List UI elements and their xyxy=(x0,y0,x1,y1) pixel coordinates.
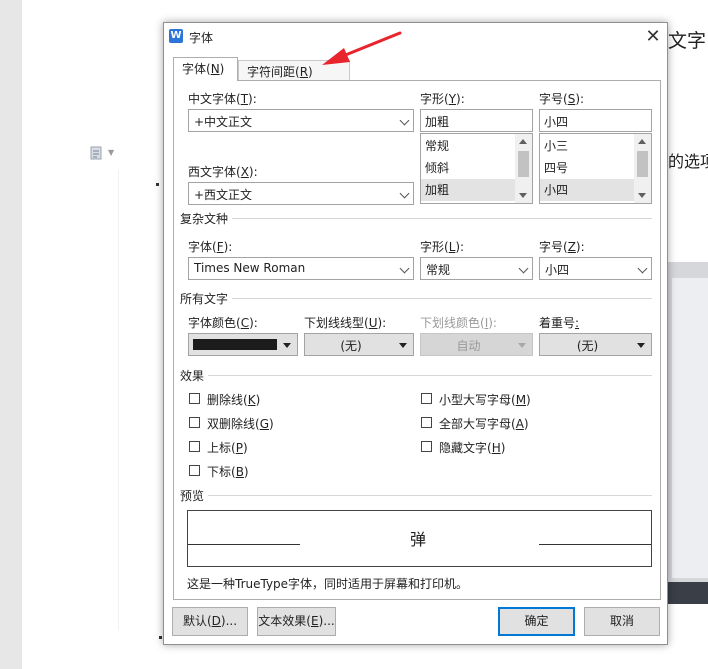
bullet-dot xyxy=(156,183,159,186)
paste-options-icon[interactable] xyxy=(90,146,102,160)
complex-style-label: 字形(L): xyxy=(420,240,465,254)
list-item[interactable]: 常规 xyxy=(421,135,517,157)
text-effects-button[interactable]: 文本效果(E)... xyxy=(257,607,336,636)
underline-style-select[interactable]: (无) xyxy=(304,333,414,356)
chevron-down-icon xyxy=(399,115,410,126)
underline-color-label: 下划线颜色(I): xyxy=(420,316,497,330)
scroll-up-icon[interactable] xyxy=(519,139,527,144)
emphasis-mark-label: 着重号: xyxy=(539,316,580,330)
preview-heading: 预览 xyxy=(180,487,209,504)
divider xyxy=(188,218,652,219)
divider xyxy=(188,298,652,299)
font-color-label: 字体颜色(C): xyxy=(188,316,258,330)
chevron-down-icon xyxy=(399,188,410,199)
list-item-selected[interactable]: 加粗 xyxy=(421,179,517,201)
document-image xyxy=(668,262,708,604)
bullet-dot xyxy=(159,636,162,639)
document-text-line: 的选项 xyxy=(668,152,708,171)
dropdown-triangle-icon xyxy=(518,343,526,348)
preview-box: 弹 xyxy=(187,510,652,567)
document-margin xyxy=(0,0,22,669)
scroll-thumb[interactable] xyxy=(518,151,529,177)
emphasis-mark-select[interactable]: (无) xyxy=(539,333,652,356)
complex-size-select[interactable]: 小四 xyxy=(539,257,652,280)
font-type-note: 这是一种TrueType字体，同时适用于屏幕和打印机。 xyxy=(187,577,469,591)
size-list-scrollbar[interactable] xyxy=(634,134,651,203)
wps-app-icon: W xyxy=(169,29,183,43)
complex-style-select[interactable]: 常规 xyxy=(420,257,533,280)
divider xyxy=(188,495,652,496)
list-item[interactable]: 小三 xyxy=(540,135,636,157)
preview-line xyxy=(539,544,651,545)
document-guide-line xyxy=(118,170,119,630)
size-label: 字号(S): xyxy=(539,92,585,106)
scroll-down-icon[interactable] xyxy=(519,193,527,198)
preview-sample-text: 弹 xyxy=(410,530,427,549)
tab-font[interactable]: 字体(N) xyxy=(173,57,238,81)
ok-button[interactable]: 确定 xyxy=(498,607,575,636)
chevron-down-icon xyxy=(399,263,410,274)
complex-script-heading: 复杂文种 xyxy=(180,210,233,227)
preview-line xyxy=(188,544,300,545)
scroll-down-icon[interactable] xyxy=(638,193,646,198)
cn-font-label: 中文字体(T): xyxy=(188,92,257,106)
list-item-selected[interactable]: 小四 xyxy=(540,179,636,201)
west-font-label: 西文字体(X): xyxy=(188,165,258,179)
effects-heading: 效果 xyxy=(180,367,209,384)
document-text-line: 文字， xyxy=(668,30,708,52)
dialog-titlebar[interactable]: W 字体 ✕ xyxy=(164,23,667,51)
dropdown-triangle-icon xyxy=(399,343,407,348)
close-button[interactable]: ✕ xyxy=(642,26,664,48)
style-list-scrollbar[interactable] xyxy=(515,134,532,203)
all-text-heading: 所有文字 xyxy=(180,290,233,307)
style-list[interactable]: 常规 倾斜 加粗 xyxy=(420,133,533,204)
west-font-select[interactable]: +西文正文 xyxy=(188,182,414,205)
list-item[interactable]: 倾斜 xyxy=(421,157,517,179)
dropdown-triangle-icon xyxy=(637,343,645,348)
dropdown-triangle-icon xyxy=(283,343,291,348)
scroll-up-icon[interactable] xyxy=(638,139,646,144)
font-dialog: W 字体 ✕ 字体(N) 字符间距(R) 中文字体(T): +中文正文 字形(Y… xyxy=(163,22,668,645)
chevron-down-icon xyxy=(518,263,529,274)
style-input[interactable]: 加粗 xyxy=(420,109,533,132)
cn-font-select[interactable]: +中文正文 xyxy=(188,109,414,132)
font-color-swatch xyxy=(193,339,277,350)
complex-font-label: 字体(F): xyxy=(188,240,233,254)
size-input[interactable]: 小四 xyxy=(539,109,652,132)
complex-font-select[interactable]: Times New Roman xyxy=(188,257,414,280)
underline-style-label: 下划线线型(U): xyxy=(304,316,387,330)
list-item[interactable]: 四号 xyxy=(540,157,636,179)
underline-color-select: 自动 xyxy=(420,333,533,356)
tab-character-spacing[interactable]: 字符间距(R) xyxy=(238,60,350,82)
paste-options-caret-icon[interactable]: ▼ xyxy=(108,148,114,157)
dialog-title: 字体 xyxy=(189,31,214,45)
chevron-down-icon xyxy=(637,263,648,274)
divider xyxy=(188,375,652,376)
complex-size-label: 字号(Z): xyxy=(539,240,585,254)
cancel-button[interactable]: 取消 xyxy=(584,607,660,636)
font-color-picker[interactable] xyxy=(188,333,298,356)
style-label: 字形(Y): xyxy=(420,92,465,106)
scroll-thumb[interactable] xyxy=(637,151,648,177)
default-button[interactable]: 默认(D)... xyxy=(172,607,248,636)
size-list[interactable]: 小三 四号 小四 xyxy=(539,133,652,204)
